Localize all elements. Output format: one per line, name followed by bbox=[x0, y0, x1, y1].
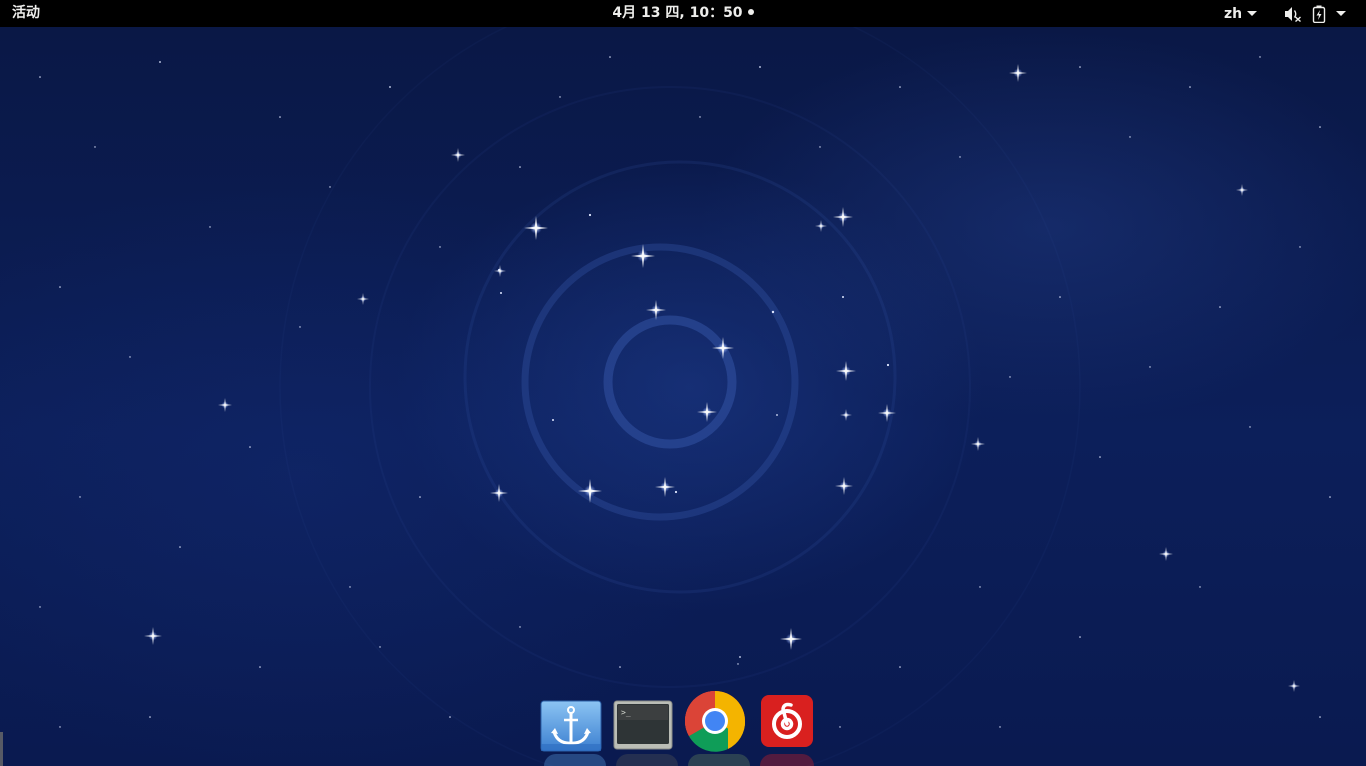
clock-button[interactable]: 4月 13 四, 10：50 bbox=[612, 0, 754, 27]
language-label: zh bbox=[1224, 5, 1243, 22]
top-bar: 活动 4月 13 四, 10：50 zh bbox=[0, 0, 1366, 27]
chrome-icon bbox=[684, 691, 746, 752]
svg-text:>_: >_ bbox=[621, 708, 631, 717]
netease-music-icon bbox=[761, 695, 813, 747]
left-edge-handle bbox=[0, 732, 3, 766]
reflection-chrome bbox=[688, 754, 750, 766]
dock-item-netease-cloud-music[interactable] bbox=[756, 690, 818, 752]
reflection-anchor bbox=[544, 754, 606, 766]
desktop-wallpaper bbox=[0, 27, 1366, 766]
swirl-rings bbox=[279, 27, 1081, 766]
system-menu-chevron-icon bbox=[1336, 11, 1346, 16]
terminal-icon: >_ bbox=[613, 700, 673, 750]
dock: >_ bbox=[540, 690, 818, 752]
clock-area: 4月 13 四, 10：50 bbox=[0, 0, 1366, 27]
dock-item-google-chrome[interactable] bbox=[684, 690, 746, 752]
reflection-terminal bbox=[616, 754, 678, 766]
bright-stars bbox=[144, 64, 1300, 692]
battery-charging-icon bbox=[1312, 5, 1326, 23]
activities-button[interactable]: 活动 bbox=[12, 0, 40, 27]
dock-item-terminal[interactable]: >_ bbox=[612, 690, 674, 752]
speaker-muted-icon bbox=[1285, 6, 1301, 22]
tiny-stars bbox=[39, 56, 1331, 728]
dock-reflection bbox=[544, 754, 824, 766]
notification-dot-icon bbox=[747, 8, 754, 15]
language-menu-button[interactable]: zh bbox=[1224, 0, 1258, 27]
dock-item-anchor-app[interactable] bbox=[540, 690, 602, 752]
system-menu-button[interactable] bbox=[1284, 0, 1346, 27]
anchor-icon bbox=[540, 700, 602, 752]
starfield-wallpaper bbox=[39, 27, 1331, 766]
reflection-music bbox=[760, 754, 814, 766]
clock-label: 4月 13 四, 10：50 bbox=[612, 5, 743, 21]
chevron-down-icon bbox=[1247, 11, 1258, 16]
